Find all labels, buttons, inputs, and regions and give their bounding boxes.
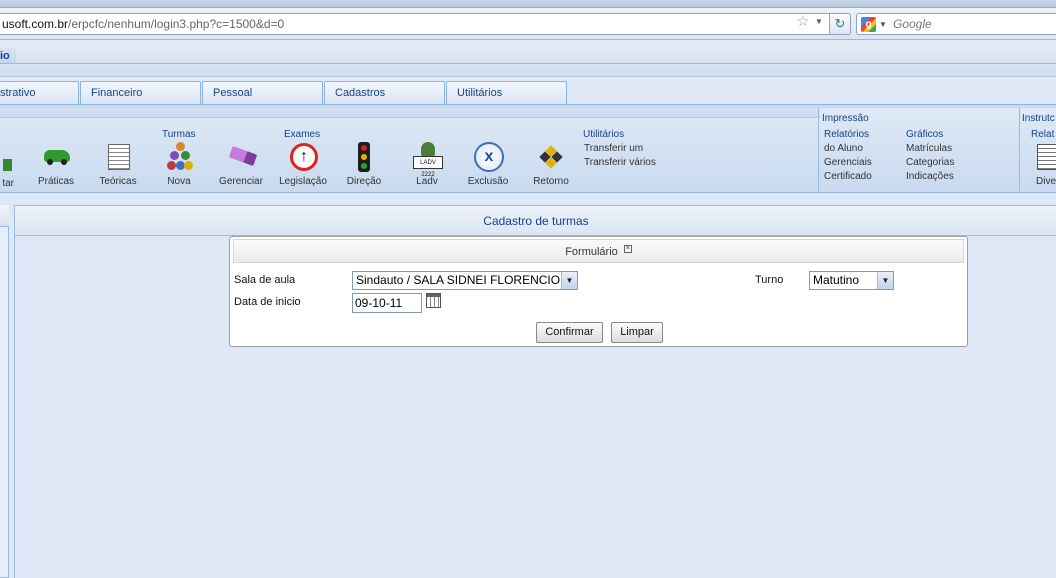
ribbon-item-ladv[interactable]: LADV 2222 Ladv: [392, 142, 462, 187]
link-indicacoes[interactable]: Indicações: [906, 171, 954, 182]
group-title-utilitarios: Utilitários: [583, 129, 625, 140]
bookmark-star-icon[interactable]: ☆: [795, 14, 811, 30]
tab-pessoal[interactable]: Pessoal: [202, 81, 323, 104]
form-title: Formulário: [565, 246, 618, 258]
traffic-light-icon: [349, 142, 379, 172]
link-relat-partial[interactable]: Relat: [1031, 129, 1054, 140]
link-do-aluno[interactable]: do Aluno: [824, 143, 863, 154]
people-group-icon: [164, 142, 194, 172]
data-inicio-label: Data de inicio: [234, 296, 301, 308]
link-relatorios[interactable]: Relatórios: [824, 129, 869, 140]
ribbon-item-legislacao[interactable]: ↑ Legislação: [268, 142, 338, 187]
group-title-exames: Exames: [284, 129, 321, 140]
turno-label: Turno: [755, 274, 784, 286]
partial-icon: [3, 159, 12, 171]
reload-icon[interactable]: ↻: [829, 13, 851, 35]
ribbon-item-exclusao-label: Exclusão: [467, 176, 509, 187]
url-host: usoft.com.br: [2, 17, 69, 31]
tab-financeiro[interactable]: Financeiro: [80, 81, 201, 104]
link-transferir-varios[interactable]: Transferir vários: [584, 157, 656, 168]
link-certificado[interactable]: Certificado: [824, 171, 872, 182]
app-header-divider: [0, 63, 1056, 64]
ribbon-item-direcao-label: Direção: [346, 176, 382, 187]
link-matriculas[interactable]: Matrículas: [906, 143, 952, 154]
ribbon-item-teoricas[interactable]: Teóricas: [83, 142, 153, 187]
ribbon-item-gerenciar-label: Gerenciar: [219, 176, 263, 187]
ribbon-item-partial-label: tar: [2, 178, 14, 189]
confirmar-button[interactable]: Confirmar: [536, 322, 603, 343]
link-gerenciais[interactable]: Gerenciais: [824, 157, 872, 168]
list-icon: [1034, 142, 1056, 172]
tab-administrativo[interactable]: strativo: [0, 81, 79, 104]
ribbon-group-header: [0, 108, 820, 118]
delete-x-icon: x: [473, 142, 504, 172]
ribbon-item-gerenciar[interactable]: Gerenciar: [206, 142, 276, 187]
app-header: io: [0, 41, 1056, 77]
ribbon-item-diversos[interactable]: Dive: [1034, 142, 1056, 187]
limpar-button[interactable]: Limpar: [611, 322, 663, 343]
calendar-icon[interactable]: [426, 293, 441, 308]
ribbon-item-teoricas-label: Teóricas: [99, 176, 137, 187]
stamp-text: LADV 2222: [413, 156, 443, 178]
ribbon-item-nova[interactable]: Nova: [144, 142, 214, 187]
data-inicio-input[interactable]: 09-10-11: [352, 293, 422, 313]
ribbon-item-praticas-label: Práticas: [37, 176, 75, 187]
turno-select-value: Matutino: [813, 273, 860, 287]
ribbon-item-legislacao-label: Legislação: [279, 176, 327, 187]
link-categorias[interactable]: Categorias: [906, 157, 954, 168]
ribbon-item-direcao[interactable]: Direção: [329, 142, 399, 187]
ribbon-separator: [1019, 108, 1020, 192]
ribbon-item-diversos-label: Dive: [1036, 176, 1056, 187]
traffic-sign-icon: ↑: [288, 142, 318, 172]
ribbon-item-retorno[interactable]: Retorno: [516, 142, 586, 187]
left-panel-header[interactable]: [0, 205, 9, 227]
page-title: Cadastro de turmas: [15, 206, 1056, 236]
search-placeholder: Google: [893, 17, 932, 31]
car-icon: [41, 142, 71, 172]
google-icon[interactable]: g: [861, 17, 876, 32]
notebook-icon: [103, 142, 133, 172]
tab-utilitarios[interactable]: Utilitários: [446, 81, 567, 104]
return-arrows-icon: [536, 142, 566, 172]
browser-toolbar: usoft.com.br/erpcfc/nenhum/login3.php?c=…: [0, 8, 1056, 40]
window-top-strip: [0, 0, 1056, 8]
ribbon-item-nova-label: Nova: [167, 176, 191, 187]
sala-select[interactable]: Sindauto / SALA SIDNEI FLORENCIO ▼: [352, 271, 578, 290]
left-collapsed-panel[interactable]: [0, 205, 9, 578]
chevron-down-icon[interactable]: ▼: [561, 272, 577, 289]
group-title-turmas: Turmas: [162, 129, 196, 140]
address-bar[interactable]: usoft.com.br/erpcfc/nenhum/login3.php?c=…: [0, 13, 850, 35]
turno-select[interactable]: Matutino ▼: [809, 271, 894, 290]
stamp-icon: LADV 2222: [412, 142, 443, 178]
ribbon-item-exclusao[interactable]: x Exclusão: [453, 142, 523, 187]
tab-cadastros[interactable]: Cadastros: [324, 81, 445, 104]
ribbon-item-praticas[interactable]: Práticas: [21, 142, 91, 187]
url-dropdown-icon[interactable]: ▼: [815, 14, 823, 30]
form-header: Formulário ×: [233, 239, 964, 263]
search-engine-dropdown-icon[interactable]: ▼: [879, 17, 887, 32]
close-icon[interactable]: ×: [623, 245, 632, 253]
eraser-icon: [226, 142, 258, 172]
link-graficos[interactable]: Gráficos: [906, 129, 943, 140]
sala-select-value: Sindauto / SALA SIDNEI FLORENCIO: [356, 273, 561, 287]
link-transferir-um[interactable]: Transferir um: [584, 143, 643, 154]
app-header-title: io: [0, 48, 16, 64]
chevron-down-icon[interactable]: ▼: [877, 272, 893, 289]
url-path: /erpcfc/nenhum/login3.php?c=1500&d=0: [68, 17, 285, 31]
ribbon-separator: [818, 108, 819, 192]
group-title-instrutor: Instrutc: [1022, 113, 1055, 124]
ribbon-item-retorno-label: Retorno: [533, 176, 569, 187]
sala-label: Sala de aula: [234, 274, 296, 286]
search-input[interactable]: g ▼ Google: [856, 13, 1056, 35]
group-title-impressao: Impressão: [822, 113, 869, 124]
